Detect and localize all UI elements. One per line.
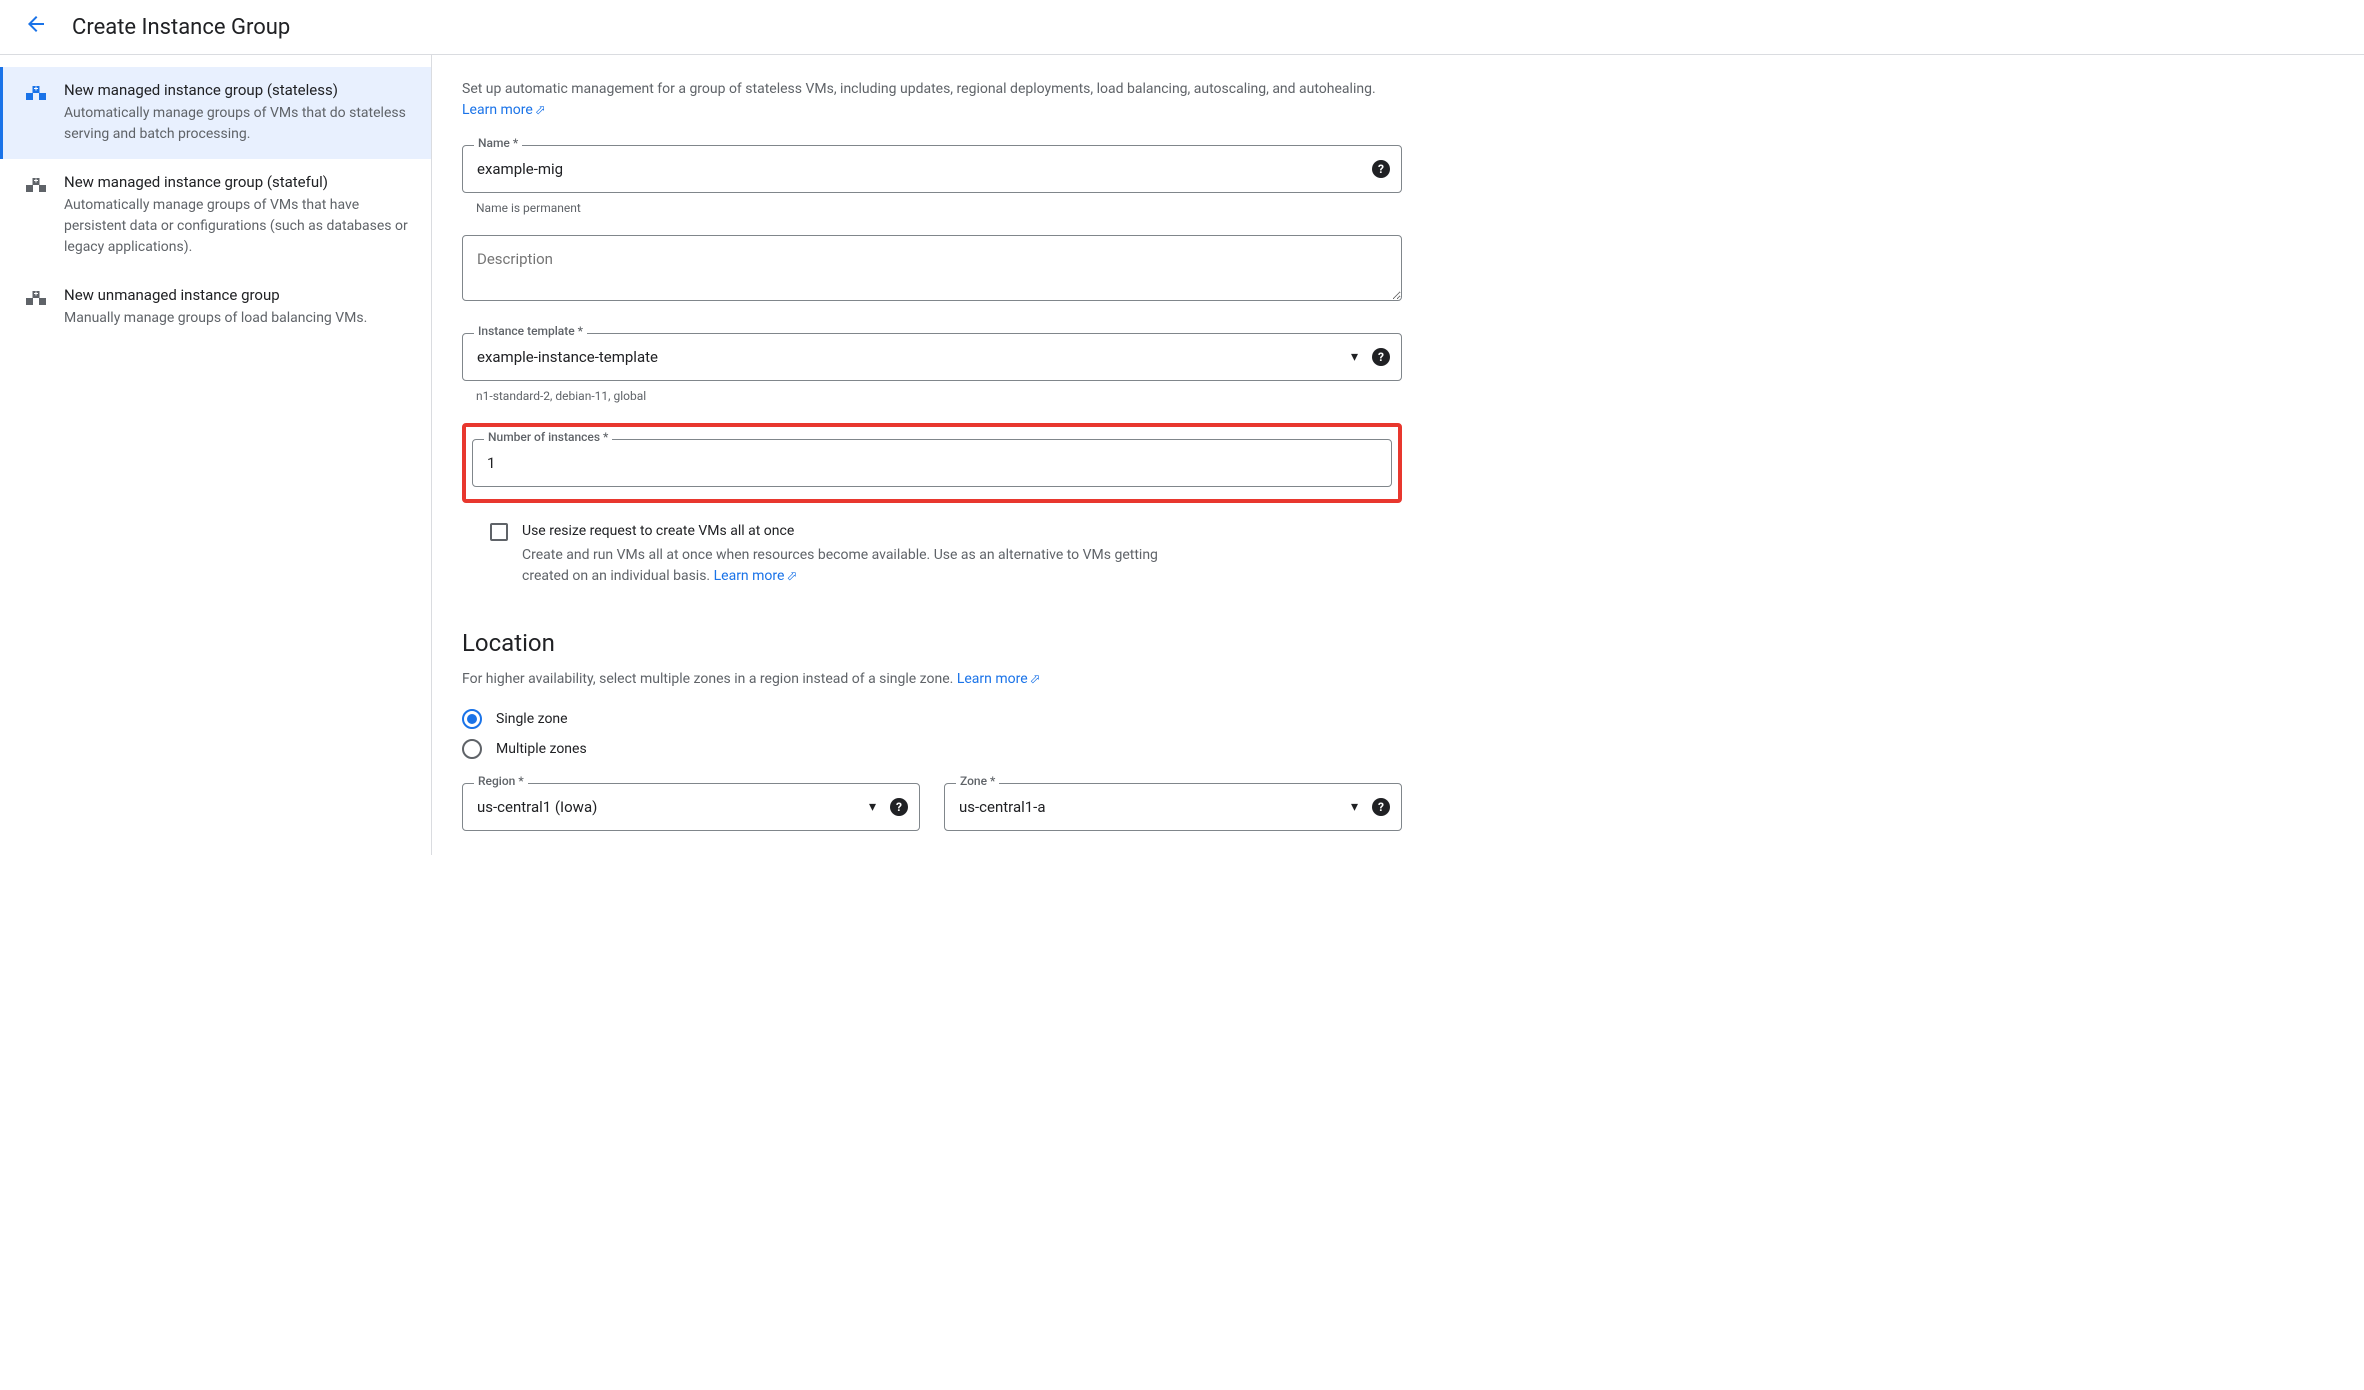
radio-multiple-zones[interactable]: Multiple zones [462,739,1402,759]
instance-group-icon [24,83,48,107]
help-icon[interactable]: ? [1372,160,1390,178]
instance-template-select[interactable]: example-instance-template [462,333,1402,381]
num-instances-label: Number of instances * [484,430,612,444]
intro-text: Set up automatic management for a group … [462,79,1402,121]
back-arrow-icon[interactable] [24,12,48,42]
instance-template-label: Instance template * [474,324,587,338]
instance-group-icon [24,175,48,199]
help-icon[interactable]: ? [1372,348,1390,366]
sidebar-item-stateless[interactable]: New managed instance group (stateless) A… [0,67,431,159]
sidebar-item-desc: Manually manage groups of load balancing… [64,308,411,329]
region-label: Region * [474,774,528,788]
name-label: Name * [474,136,522,150]
help-icon[interactable]: ? [890,798,908,816]
highlighted-num-instances: Number of instances * [462,423,1402,503]
name-input[interactable] [462,145,1402,193]
zone-field-wrap: Zone * us-central1-a ▾ ? [944,783,1402,831]
instance-group-icon [24,288,48,312]
external-link-icon: ⬀ [786,569,797,584]
name-helper: Name is permanent [476,201,1402,215]
radio-label: Multiple zones [496,741,587,757]
instance-template-field-wrap: Instance template * example-instance-tem… [462,333,1402,381]
radio-single-zone[interactable]: Single zone [462,709,1402,729]
sidebar-item-title: New managed instance group (stateless) [64,81,411,99]
resize-request-desc: Create and run VMs all at once when reso… [522,545,1202,587]
radio-label: Single zone [496,711,568,727]
page-title: Create Instance Group [72,15,290,40]
sidebar-item-unmanaged[interactable]: New unmanaged instance group Manually ma… [0,272,431,343]
sidebar-item-desc: Automatically manage groups of VMs that … [64,103,411,145]
resize-request-checkbox-row[interactable]: Use resize request to create VMs all at … [490,523,1402,541]
num-instances-field-wrap: Number of instances * [472,439,1392,487]
sidebar-item-desc: Automatically manage groups of VMs that … [64,195,411,258]
main-form: Set up automatic management for a group … [432,55,1432,855]
learn-more-link[interactable]: Learn more [462,102,533,118]
location-desc: For higher availability, select multiple… [462,671,1402,687]
radio-button[interactable] [462,709,482,729]
external-link-icon: ⬀ [1030,672,1041,687]
sidebar-item-stateful[interactable]: New managed instance group (stateful) Au… [0,159,431,272]
region-select[interactable]: us-central1 (Iowa) [462,783,920,831]
sidebar: New managed instance group (stateless) A… [0,55,432,855]
resize-request-label: Use resize request to create VMs all at … [522,523,794,539]
external-link-icon: ⬀ [535,103,546,118]
zone-label: Zone * [956,774,999,788]
sidebar-item-title: New unmanaged instance group [64,286,411,304]
location-title: Location [462,629,1402,657]
learn-more-link[interactable]: Learn more [957,671,1028,687]
help-icon[interactable]: ? [1372,798,1390,816]
sidebar-item-title: New managed instance group (stateful) [64,173,411,191]
page-header: Create Instance Group [0,0,2364,55]
region-field-wrap: Region * us-central1 (Iowa) ▾ ? [462,783,920,831]
zone-select[interactable]: us-central1-a [944,783,1402,831]
resize-request-checkbox[interactable] [490,523,508,541]
description-textarea[interactable] [462,235,1402,301]
description-field-wrap [462,235,1402,305]
radio-button[interactable] [462,739,482,759]
name-field-wrap: Name * ? [462,145,1402,193]
learn-more-link[interactable]: Learn more [714,568,785,584]
num-instances-input[interactable] [472,439,1392,487]
instance-template-helper: n1-standard-2, debian-11, global [476,389,1402,403]
